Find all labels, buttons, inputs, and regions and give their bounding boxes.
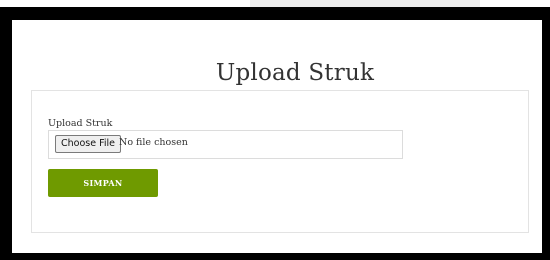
choose-file-button[interactable]: Choose File — [55, 135, 121, 153]
upload-field-label: Upload Struk — [48, 118, 113, 129]
file-input-field[interactable]: Choose File No file chosen — [48, 130, 403, 159]
window-frame: Upload Struk Upload Struk Choose File No… — [0, 7, 550, 260]
page-content: Upload Struk Upload Struk Choose File No… — [12, 20, 542, 253]
upload-form-panel: Upload Struk Choose File No file chosen … — [31, 90, 529, 233]
file-status-text: No file chosen — [119, 137, 188, 148]
top-edge-strip — [250, 0, 480, 7]
save-button[interactable]: SIMPAN — [48, 169, 158, 197]
page-title: Upload Struk — [215, 60, 375, 86]
